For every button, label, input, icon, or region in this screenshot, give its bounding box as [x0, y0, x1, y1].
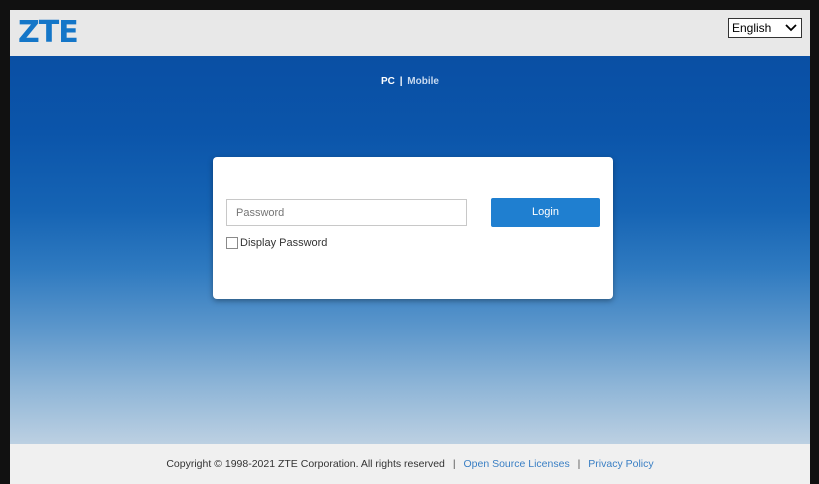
- language-select[interactable]: English: [728, 18, 802, 38]
- footer-separator-2: |: [577, 458, 581, 470]
- password-input[interactable]: [226, 199, 467, 226]
- top-bar: ZTE English: [10, 10, 810, 56]
- footer: Copyright © 1998-2021 ZTE Corporation. A…: [10, 444, 810, 484]
- browser-viewport: ZTE English PC | Mobile Login Display Pa…: [10, 10, 810, 484]
- footer-separator: |: [452, 458, 456, 470]
- mobile-mode-link[interactable]: Mobile: [407, 76, 439, 87]
- chevron-down-icon: [785, 24, 797, 32]
- login-button[interactable]: Login: [491, 198, 600, 227]
- privacy-policy-link[interactable]: Privacy Policy: [588, 458, 653, 470]
- pc-mode-link[interactable]: PC: [381, 76, 395, 87]
- display-password-toggle[interactable]: Display Password: [226, 235, 327, 251]
- login-card: Login Display Password: [213, 157, 613, 299]
- mode-separator: |: [399, 76, 403, 87]
- display-password-checkbox[interactable]: [226, 237, 238, 249]
- open-source-licenses-link[interactable]: Open Source Licenses: [463, 458, 569, 470]
- login-background: PC | Mobile Login Display Password: [10, 56, 810, 444]
- language-selected-value: English: [732, 21, 772, 35]
- zte-logo: ZTE: [18, 15, 79, 50]
- copyright-text: Copyright © 1998-2021 ZTE Corporation. A…: [166, 458, 445, 470]
- mode-switch: PC | Mobile: [10, 76, 810, 87]
- display-password-label: Display Password: [240, 237, 328, 249]
